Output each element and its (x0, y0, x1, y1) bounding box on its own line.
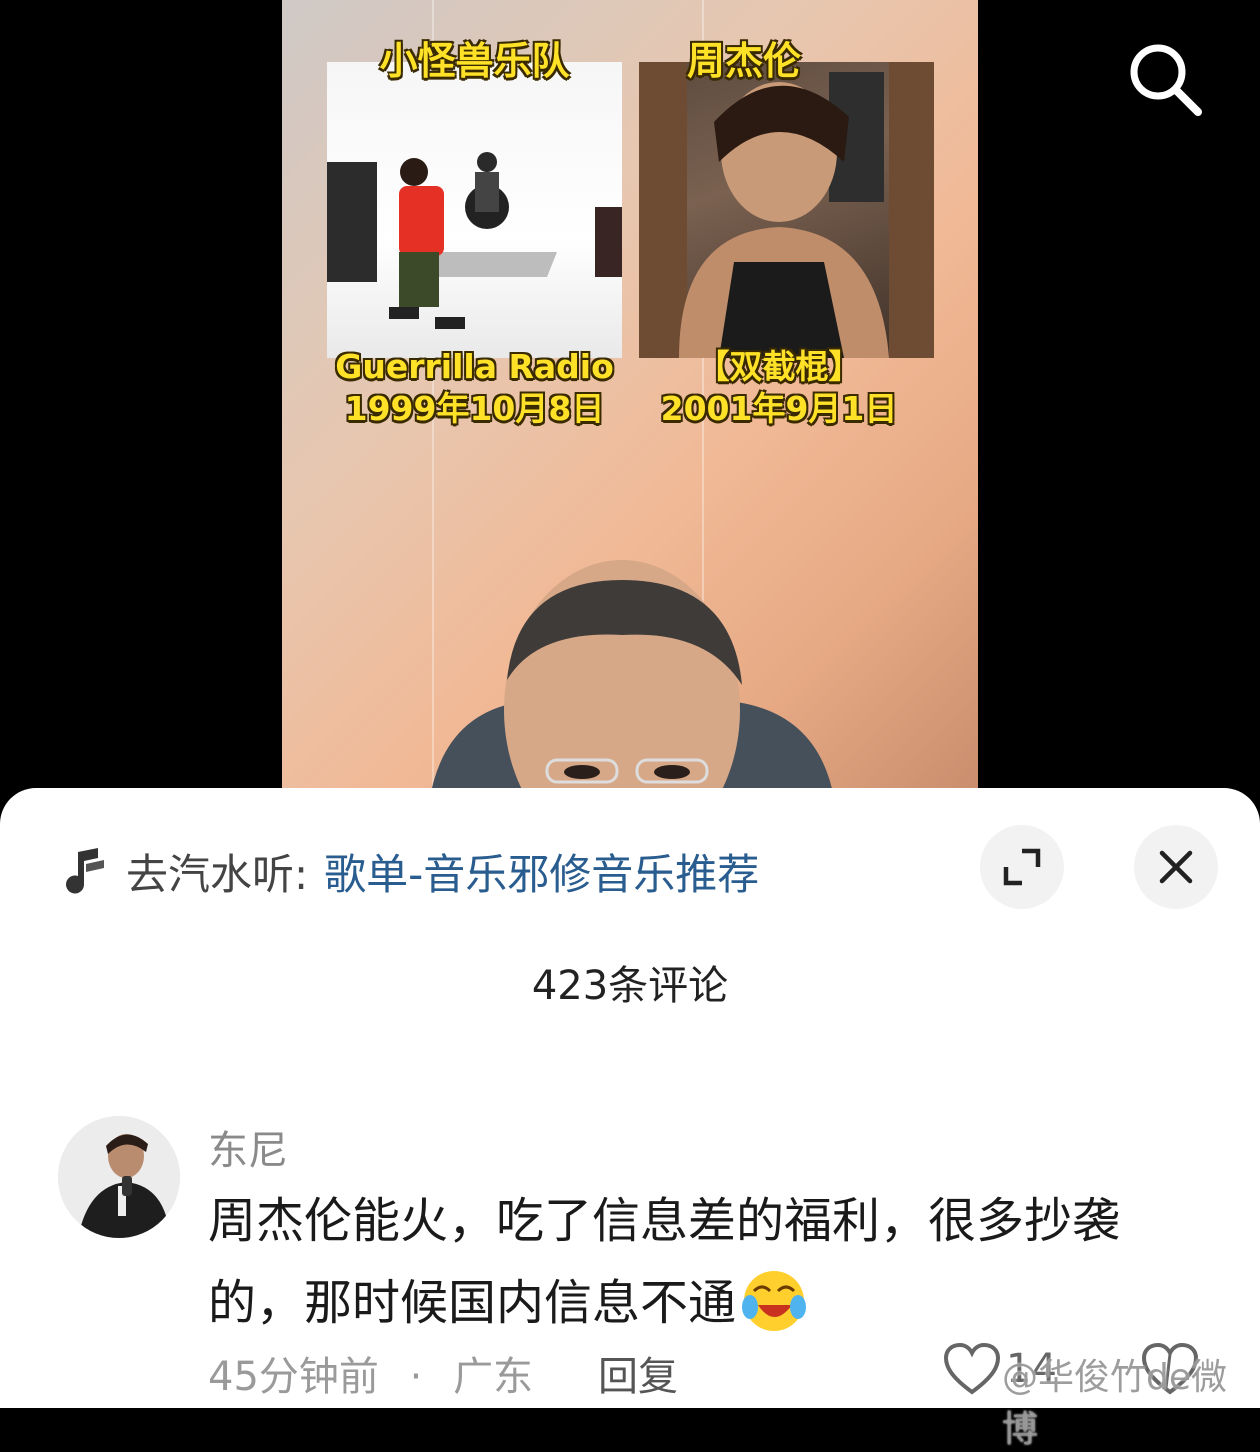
right-video-title: 周杰伦 (686, 39, 801, 83)
comment-username[interactable]: 东尼 (208, 1118, 288, 1176)
comments-sheet: 去汽水听: 歌单-音乐邪修音乐推荐 423条评论 东尼 周杰伦能火，吃了信息差的… (0, 788, 1260, 1450)
presenter-figure (429, 560, 835, 800)
music-note-icon (66, 848, 104, 894)
right-caption-date: 2001年9月1日 (660, 389, 898, 428)
singer-video-thumbnail (639, 62, 934, 358)
band-video-thumbnail (327, 62, 622, 358)
comment-meta: 45分钟前 · 广东 (208, 1344, 533, 1402)
right-video-caption: 【双截棍】 2001年9月1日 (639, 346, 919, 430)
music-link-row[interactable]: 去汽水听: 歌单-音乐邪修音乐推荐 (64, 836, 759, 906)
close-button[interactable] (1134, 825, 1218, 909)
avatar[interactable] (58, 1116, 180, 1238)
close-icon (1159, 850, 1193, 884)
left-video-title: 小怪兽乐队 (379, 39, 570, 83)
left-caption-date: 1999年10月8日 (344, 389, 605, 428)
playlist-link[interactable]: 歌单-音乐邪修音乐推荐 (324, 841, 759, 902)
laughing-emoji-icon (742, 1271, 807, 1331)
left-video-caption: Guerrilla Radio 1999年10月8日 (327, 346, 622, 430)
comment-body: 周杰伦能火，吃了信息差的福利，很多抄袭的，那时候国内信息不通 (208, 1180, 1188, 1344)
right-caption-song: 【双截棍】 (696, 347, 862, 386)
reply-button[interactable]: 回复 (598, 1344, 678, 1402)
left-caption-song: Guerrilla Radio (335, 347, 614, 386)
comment-location: 广东 (453, 1354, 534, 1400)
comment-count-title: 423条评论 (531, 963, 729, 1009)
heart-icon[interactable] (942, 1342, 1002, 1396)
comment-time: 45分钟前 (208, 1354, 379, 1400)
music-prefix-label: 去汽水听: (126, 849, 309, 899)
expand-icon (1003, 848, 1041, 886)
video-player[interactable]: 小怪兽乐队 周杰伦 Guerrilla Radio 1999年10月8日 【双截… (282, 0, 978, 800)
search-icon[interactable] (1126, 40, 1204, 118)
meta-separator: · (409, 1354, 423, 1400)
comment-text: 周杰伦能火，吃了信息差的福利，很多抄袭的，那时候国内信息不通 (208, 1193, 1121, 1331)
weibo-watermark: @华俊竹de微博 (1002, 1357, 1228, 1450)
expand-button[interactable] (980, 825, 1064, 909)
